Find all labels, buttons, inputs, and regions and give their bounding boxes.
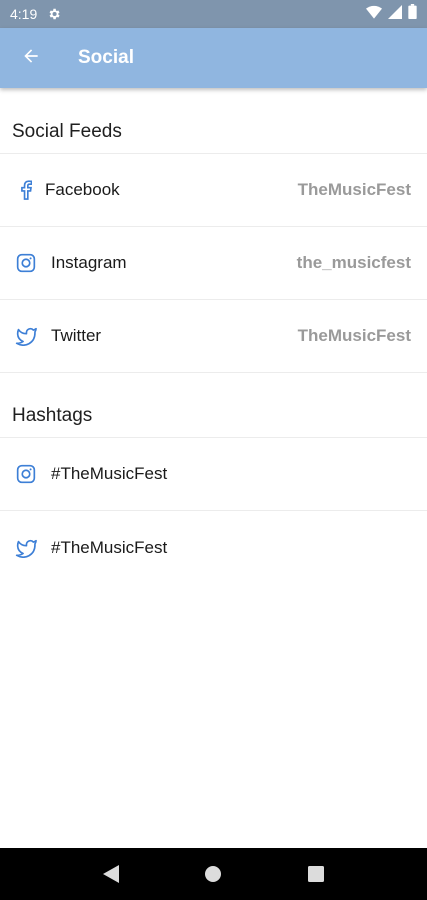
list-item-twitter[interactable]: Twitter TheMusicFest [0,300,427,373]
battery-icon [408,4,417,24]
list-item-label: Twitter [51,326,102,345]
list-item-label: #TheMusicFest [51,537,168,557]
list-item-hashtag-twitter[interactable]: #TheMusicFest [0,511,427,584]
facebook-icon [15,179,37,201]
list-item-value: TheMusicFest [297,326,411,345]
status-bar: 4:19 [0,0,427,28]
instagram-icon [15,252,37,274]
signal-icon [388,4,402,24]
gear-icon [47,7,61,21]
twitter-icon [15,537,37,559]
back-triangle-icon[interactable] [99,862,123,886]
section-title-hashtags: Hashtags [0,373,427,438]
list-item-facebook[interactable]: Facebook TheMusicFest [0,154,427,227]
system-nav-bar [0,848,427,900]
list-item-value: TheMusicFest [297,180,411,199]
status-icons [366,4,417,24]
wifi-icon [366,5,382,24]
list-item-hashtag-instagram[interactable]: #TheMusicFest [0,438,427,511]
recents-square-icon[interactable] [304,862,328,886]
list-item-value: the_musicfest [296,253,411,272]
app-bar: Social [0,28,427,88]
page-title: Social [78,47,134,68]
list-item-label: #TheMusicFest [51,464,168,483]
content: Social Feeds Facebook TheMusicFest Insta… [0,88,427,584]
instagram-icon [15,463,37,485]
list-item-label: Instagram [51,253,127,272]
arrow-back-icon [21,46,41,71]
back-button[interactable] [0,28,62,88]
home-circle-icon[interactable] [201,862,225,886]
list-item-instagram[interactable]: Instagram the_musicfest [0,227,427,300]
list-item-label: Facebook [45,180,120,199]
section-title-social-feeds: Social Feeds [0,88,427,154]
twitter-icon [15,325,37,347]
status-time: 4:19 [10,6,38,22]
